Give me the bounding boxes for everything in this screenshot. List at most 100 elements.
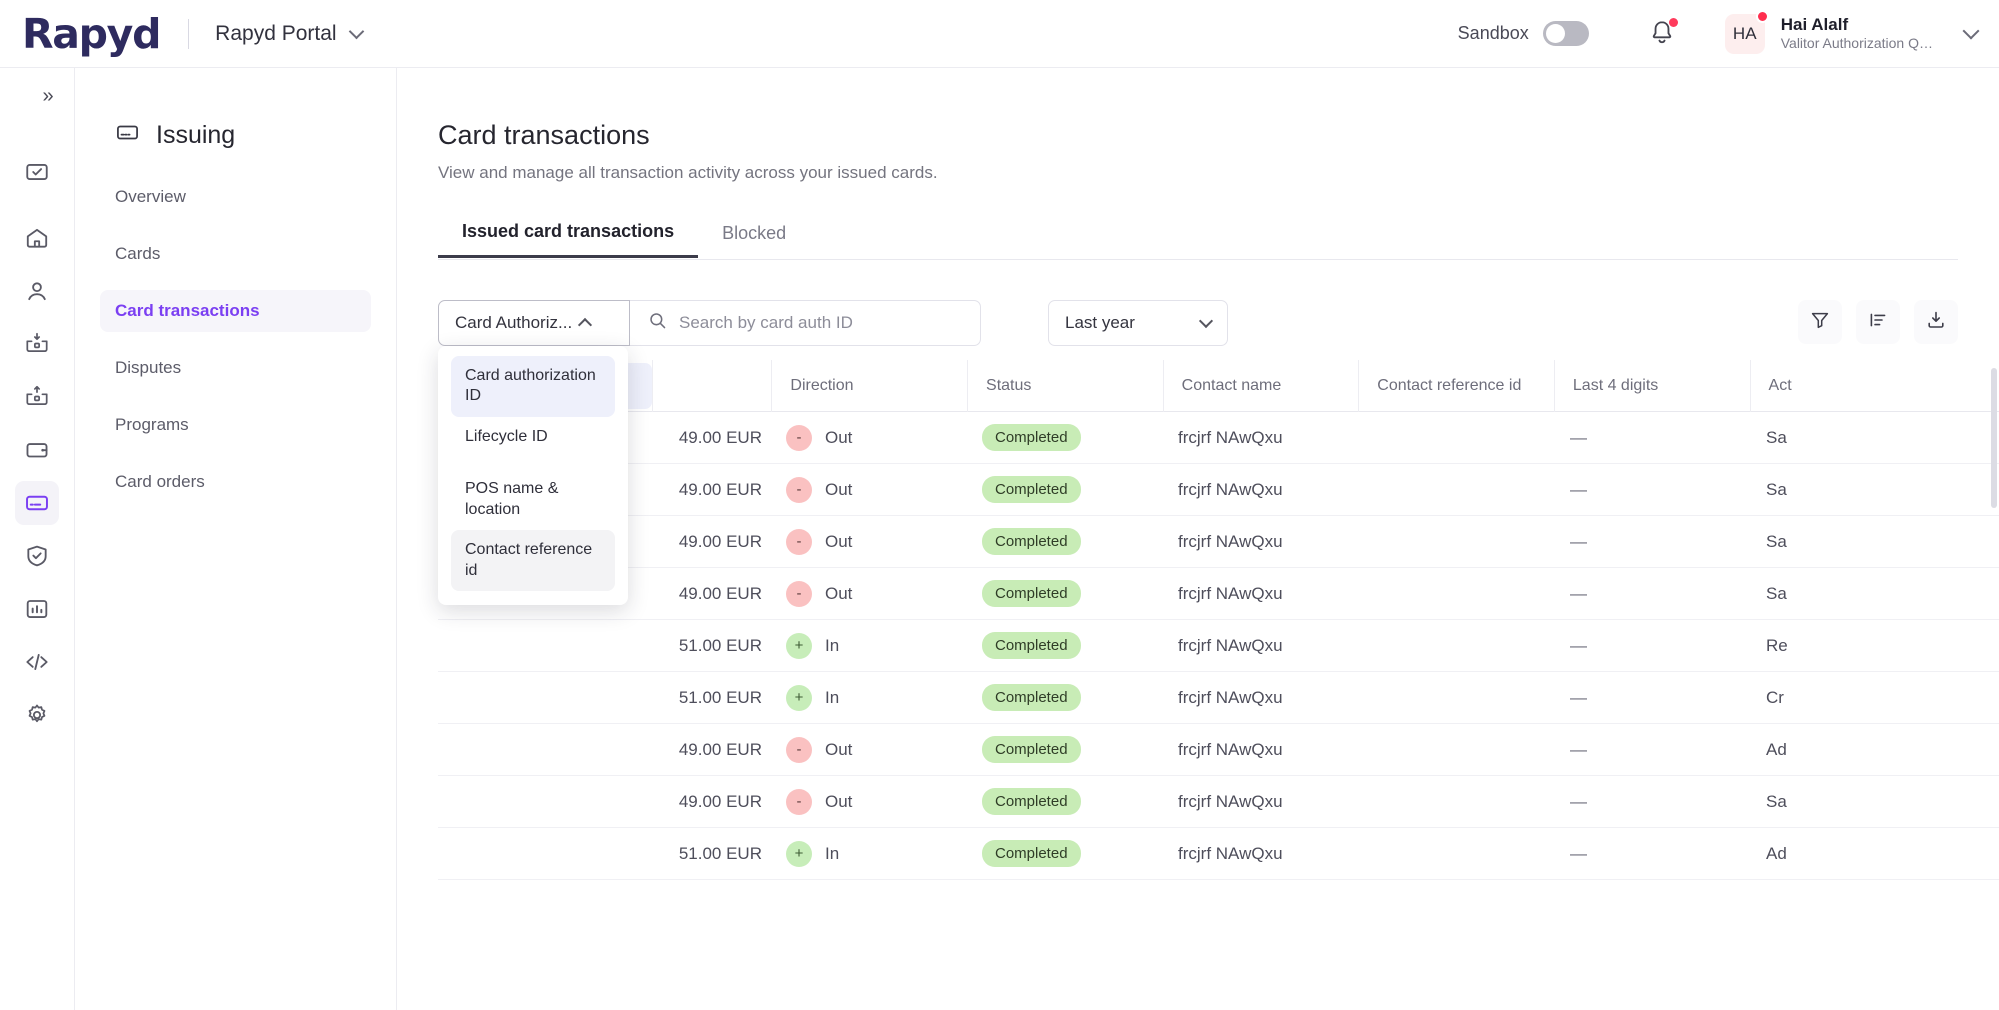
chevron-down-icon: [1199, 313, 1213, 327]
rail-item-tasks[interactable]: [15, 150, 59, 194]
search-input[interactable]: Search by card auth ID: [629, 300, 981, 346]
brand-divider: [188, 19, 189, 49]
table-row[interactable]: 51.00 EUR+InCompletedfrcjrf NAwQxu—Re: [438, 620, 1999, 672]
table-row[interactable]: 49.00 EUR-OutCompletedfrcjrf NAwQxu—Sa: [438, 464, 1999, 516]
sidebar-item-overview[interactable]: Overview: [100, 176, 371, 218]
status-badge: Completed: [982, 528, 1081, 555]
sidebar-title: Issuing: [156, 121, 235, 150]
download-button[interactable]: [1914, 300, 1958, 344]
table-header-contact-reference-id[interactable]: Contact reference id: [1358, 360, 1554, 412]
cell-action: Cr: [1748, 688, 1998, 708]
rail-item-wallet[interactable]: [15, 428, 59, 472]
status-badge: Completed: [982, 476, 1081, 503]
sidebar-header: Issuing: [75, 68, 396, 150]
table-row[interactable]: 49.00 EUR-OutCompletedfrcjrf NAwQxu—Ad: [438, 724, 1999, 776]
rail-item-home[interactable]: [15, 216, 59, 260]
settings-icon: [24, 702, 50, 728]
direction-label: In: [825, 636, 839, 656]
chevron-down-icon[interactable]: [348, 23, 364, 39]
cell-amount: 49.00 EUR: [648, 532, 768, 552]
sidebar-item-card-orders[interactable]: Card orders: [100, 461, 371, 503]
expand-sidebar-button[interactable]: »: [34, 82, 62, 110]
table-body: 49.00 EUR-OutCompletedfrcjrf NAwQxu—Sa49…: [438, 412, 1999, 880]
cell-status: Completed: [964, 788, 1160, 815]
cell-action: Ad: [1748, 740, 1998, 760]
cell-action: Sa: [1748, 584, 1998, 604]
dropdown-option-contact-reference-id[interactable]: Contact reference id: [451, 530, 615, 591]
dropdown-spacer: [438, 457, 628, 469]
date-range-select[interactable]: Last year: [1048, 300, 1228, 346]
sort-button[interactable]: [1856, 300, 1900, 344]
table-header-status[interactable]: Status: [967, 360, 1163, 412]
home-icon: [24, 225, 50, 251]
direction-label: Out: [825, 740, 852, 760]
status-badge: Completed: [982, 632, 1081, 659]
direction-label: Out: [825, 792, 852, 812]
cell-direction: -Out: [768, 789, 964, 815]
rail-item-reports[interactable]: [15, 587, 59, 631]
table-row[interactable]: 49.00 EUR-OutCompletedfrcjrf NAwQxu—Sa: [438, 412, 1999, 464]
sandbox-toggle[interactable]: [1543, 21, 1589, 46]
rail-item-contacts[interactable]: [15, 269, 59, 313]
top-bar-right: Sandbox HA Hai Alalf Valitor Authorizati…: [1458, 14, 1999, 54]
cell-amount: 49.00 EUR: [648, 792, 768, 812]
issuing-card-icon: [115, 120, 140, 150]
table-row[interactable]: 51.00 EUR+InCompletedfrcjrf NAwQxu—Cr: [438, 672, 1999, 724]
search-icon: [648, 311, 667, 335]
cell-contact-name: frcjrf NAwQxu: [1160, 636, 1356, 656]
search-type-select[interactable]: Card Authoriz...: [438, 300, 630, 346]
sort-icon: [1867, 309, 1889, 336]
filter-button[interactable]: [1798, 300, 1842, 344]
cell-amount: 49.00 EUR: [648, 480, 768, 500]
rail-item-verify[interactable]: [15, 534, 59, 578]
search-placeholder: Search by card auth ID: [679, 313, 853, 333]
table-header-action[interactable]: Act: [1750, 360, 1999, 412]
top-bar: Rapyd Rapyd Portal Sandbox HA Hai Alalf …: [0, 0, 1999, 68]
table-row[interactable]: 49.00 EUR-OutCompletedfrcjrf NAwQxu—Sa: [438, 568, 1999, 620]
cell-status: Completed: [964, 424, 1160, 451]
direction-badge-icon: +: [786, 633, 812, 659]
rail-item-collect[interactable]: [15, 322, 59, 366]
icon-rail: »: [0, 68, 75, 1010]
dropdown-option-lifecycle-id[interactable]: Lifecycle ID: [451, 417, 615, 457]
cell-amount: 49.00 EUR: [648, 740, 768, 760]
rail-item-disburse[interactable]: [15, 375, 59, 419]
direction-badge-icon: +: [786, 685, 812, 711]
table-row[interactable]: 49.00 EUR-OutCompletedfrcjrf NAwQxu—Sa: [438, 516, 1999, 568]
cell-last-4-digits: —: [1552, 844, 1748, 864]
sidebar-item-card-transactions[interactable]: Card transactions: [100, 290, 371, 332]
table-header-contact-name[interactable]: Contact name: [1163, 360, 1359, 412]
table-row[interactable]: 51.00 EUR+InCompletedfrcjrf NAwQxu—Ad: [438, 828, 1999, 880]
notifications-button[interactable]: [1649, 19, 1675, 49]
tab-blocked[interactable]: Blocked: [698, 208, 810, 258]
sidebar-item-disputes[interactable]: Disputes: [100, 347, 371, 389]
table-header-direction[interactable]: Direction: [771, 360, 967, 412]
dropdown-option-card-authorization-id[interactable]: Card authorization ID: [451, 356, 615, 417]
vertical-scrollbar[interactable]: [1991, 368, 1997, 508]
cell-direction: -Out: [768, 529, 964, 555]
rail-item-developers[interactable]: [15, 640, 59, 684]
table-header-last-4-digits[interactable]: Last 4 digits: [1554, 360, 1750, 412]
cell-status: Completed: [964, 736, 1160, 763]
sidebar-item-programs[interactable]: Programs: [100, 404, 371, 446]
sidebar-item-cards[interactable]: Cards: [100, 233, 371, 275]
table-actions: [1798, 300, 1958, 344]
status-badge: Completed: [982, 840, 1081, 867]
cell-action: Sa: [1748, 532, 1998, 552]
user-menu-chevron-down-icon[interactable]: [1963, 22, 1980, 39]
rail-item-issuing[interactable]: [15, 481, 59, 525]
cell-last-4-digits: —: [1552, 688, 1748, 708]
dropdown-option-pos-name-location[interactable]: POS name & location: [451, 469, 615, 530]
direction-label: Out: [825, 428, 852, 448]
main-content: Card transactions View and manage all tr…: [398, 68, 1999, 1010]
cell-direction: + In: [768, 685, 964, 711]
tab-issued-card-transactions[interactable]: Issued card transactions: [438, 208, 698, 258]
contacts-icon: [24, 278, 50, 304]
sidebar-menu: Overview Cards Card transactions Dispute…: [75, 176, 396, 503]
direction-label: In: [825, 844, 839, 864]
table-row[interactable]: 49.00 EUR-OutCompletedfrcjrf NAwQxu—Sa: [438, 776, 1999, 828]
rail-item-settings[interactable]: [15, 693, 59, 737]
search-type-value: Card Authoriz...: [455, 313, 572, 333]
avatar[interactable]: HA: [1725, 14, 1765, 54]
direction-label: In: [825, 688, 839, 708]
